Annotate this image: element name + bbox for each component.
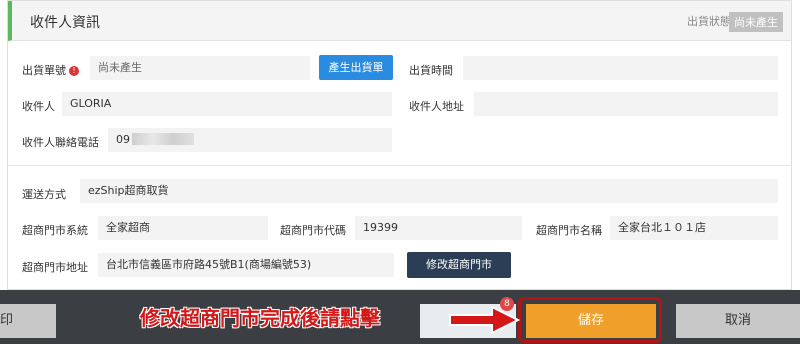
cancel-button[interactable]: 取消 — [676, 304, 800, 338]
store-system-field[interactable]: 全家超商 — [98, 216, 268, 240]
recipient-name-label: 收件人 — [22, 100, 55, 113]
ship-time-label: 出貨時間 — [409, 64, 453, 77]
panel-title: 收件人資訊 — [30, 15, 100, 31]
ship-time-field[interactable] — [463, 56, 778, 80]
arrow-right-icon — [449, 305, 520, 335]
shipment-status-label: 出貨狀態 — [687, 15, 731, 28]
section-divider — [8, 165, 791, 166]
store-address-label: 超商門市地址 — [22, 261, 88, 274]
shipment-status-badge: 尚未產生 — [729, 12, 783, 32]
store-address-field[interactable]: 台北市信義區市府路45號B1(商場編號53) — [98, 253, 394, 277]
recipient-phone-field[interactable]: 09 — [108, 128, 392, 152]
store-code-label: 超商門市代碼 — [280, 224, 346, 237]
panel-header: 收件人資訊 出貨狀態 尚未產生 — [8, 1, 791, 41]
recipient-name-field[interactable]: GLORIA — [62, 92, 392, 116]
generate-shipment-button[interactable]: 產生出貨單 — [319, 55, 393, 80]
change-store-button[interactable]: 修改超商門市 — [407, 252, 511, 278]
recipient-address-field[interactable] — [474, 92, 778, 116]
store-code-field[interactable]: 19399 — [355, 216, 522, 240]
shipment-no-field[interactable]: 尚未產生 — [90, 56, 310, 80]
store-name-label: 超商門市名稱 — [536, 224, 602, 237]
store-name-field[interactable]: 全家台北１０１店 — [610, 216, 778, 240]
redacted-phone-digits — [132, 133, 194, 145]
delivery-method-label: 運送方式 — [22, 188, 66, 201]
recipient-phone-label: 收件人聯絡電話 — [22, 136, 99, 149]
store-system-label: 超商門市系統 — [22, 224, 88, 237]
save-highlight-frame — [518, 297, 662, 343]
recipient-address-label: 收件人地址 — [409, 100, 464, 113]
recipient-info-panel: 收件人資訊 出貨狀態 尚未產生 出貨單號! 尚未產生 產生出貨單 出貨時間 收件… — [7, 0, 792, 290]
instruction-annotation: 修改超商門市完成後請點擊 — [140, 306, 380, 330]
delivery-method-field[interactable]: ezShip超商取貨 — [80, 179, 778, 203]
shipment-no-label: 出貨單號! — [22, 62, 79, 78]
bottom-action-bar: 印 確 儲存 取消 — [0, 290, 800, 344]
warning-icon: ! — [69, 66, 79, 76]
print-button[interactable]: 印 — [0, 304, 56, 338]
